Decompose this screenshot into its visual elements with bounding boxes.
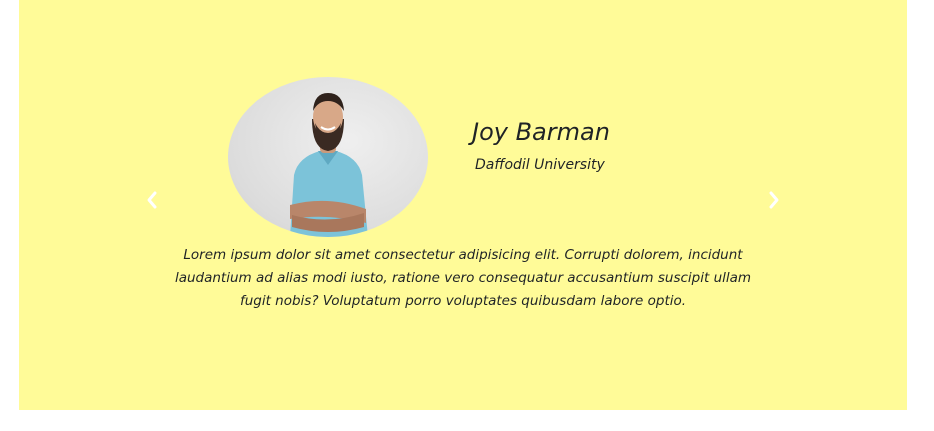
- person-photo: [290, 93, 368, 237]
- testimonial-quote: Lorem ipsum dolor sit amet consectetur a…: [174, 247, 752, 309]
- chevron-right-icon: [769, 191, 779, 209]
- carousel-next-button[interactable]: [762, 188, 786, 212]
- testimonial-name: Joy Barman: [472, 118, 610, 146]
- chevron-left-icon: [147, 191, 157, 209]
- testimonial-carousel: Joy Barman Daffodil University Lorem ips…: [19, 0, 907, 410]
- carousel-prev-button[interactable]: [140, 188, 164, 212]
- testimonial-organization: Daffodil University: [475, 157, 605, 173]
- avatar: [228, 77, 428, 237]
